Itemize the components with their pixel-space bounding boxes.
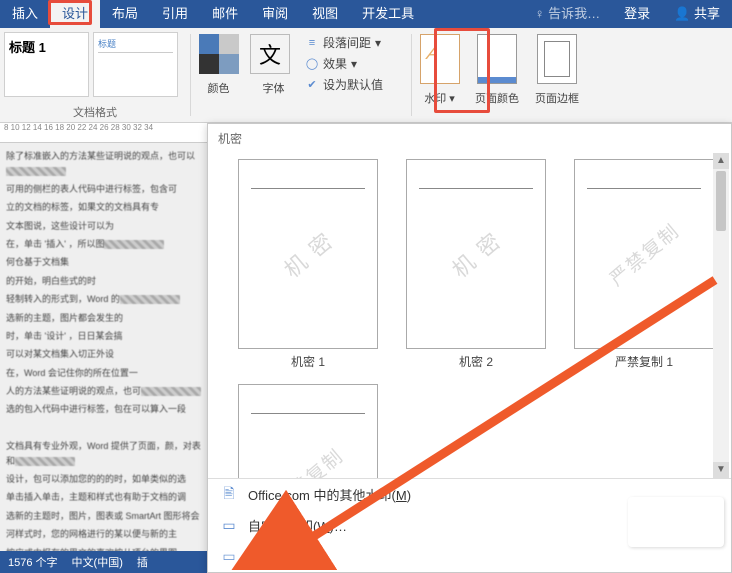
signin-button[interactable]: 登录 [612,0,662,28]
gallery-scroll-area: 机 密 机密 1 机 密 机密 2 严禁复制 严禁复制 1 严禁复制 ▲ ▼ [208,153,731,478]
scroll-thumb[interactable] [716,171,726,231]
share-button[interactable]: 👤 共享 [662,0,732,28]
page-borders-label: 页面边框 [529,90,585,106]
watermark-label: 水印 [424,93,446,105]
effects-button[interactable]: ◯效果 ▾ [305,55,407,72]
set-default-button[interactable]: ✔设为默认值 [305,76,407,93]
status-bar: 1576 个字 中文(中国) 插 [0,551,207,573]
tab-design[interactable]: 设计 [50,0,100,28]
paragraph-spacing-button[interactable]: ≡段落间距 ▾ [305,34,407,51]
style-thumbnail[interactable]: 标题 1 [4,32,89,97]
fonts-button[interactable]: 文 字体 [246,28,301,122]
watermark-thumb[interactable]: 机 密 机密 1 [238,159,378,370]
paragraph-group: ≡段落间距 ▾ ◯效果 ▾ ✔设为默认值 [301,28,411,122]
style-thumbnail[interactable]: 标题 [93,32,178,97]
watermark-preview-text: 严禁复制 [603,217,685,292]
page-color-icon [477,34,517,84]
office-icon: 🖹 [220,486,238,504]
document-area: 8 10 12 14 16 18 20 22 24 26 28 30 32 34… [0,123,207,573]
ribbon-tabs: 插入 设计 布局 引用 邮件 审阅 视图 开发工具 ♀ 告诉我… 登录 👤 共享 [0,0,732,28]
watermark-icon [420,34,460,84]
watermark-preview-text: 严禁复制 [267,442,349,478]
ribbon-body: 标题 1 标题 文档格式 颜色 文 字体 ≡段落间距 ▾ ◯效果 ▾ ✔设为默认… [0,28,732,123]
horizontal-ruler[interactable]: 8 10 12 14 16 18 20 22 24 26 28 30 32 34 [0,123,207,143]
watermark-preview-text: 机 密 [276,224,340,285]
status-extra: 插 [137,554,148,570]
tellme-box[interactable]: ♀ 告诉我… [523,0,612,28]
gallery-section-header: 机密 [208,124,731,153]
scroll-up-button[interactable]: ▲ [713,153,729,169]
document-formatting-gallery[interactable]: 标题 1 标题 文档格式 [0,28,190,122]
colors-label: 颜色 [208,80,230,96]
watermark-preview-text: 机 密 [444,224,508,285]
tab-developer[interactable]: 开发工具 [350,0,426,28]
spacing-icon: ≡ [305,36,319,50]
style-title: 标题 [98,37,173,50]
thumb-label: 严禁复制 1 [574,353,714,370]
remove-icon: ▭ [220,548,238,566]
watermark-button[interactable]: 水印 ▾ [412,28,467,122]
tab-mailings[interactable]: 邮件 [200,0,250,28]
thumb-label: 机密 2 [406,353,546,370]
fonts-label: 字体 [250,80,297,96]
word-count[interactable]: 1576 个字 [8,554,58,570]
colors-icon [199,34,239,74]
annotation-callout [628,497,724,547]
tab-references[interactable]: 引用 [150,0,200,28]
group-label: 文档格式 [0,104,190,120]
watermark-thumb[interactable]: 严禁复制 [238,384,378,478]
effects-icon: ◯ [305,57,319,71]
colors-button[interactable]: 颜色 [191,28,246,122]
thumb-label: 机密 1 [238,353,378,370]
language-status[interactable]: 中文(中国) [72,554,123,570]
scroll-down-button[interactable]: ▼ [713,462,729,478]
page-borders-icon [537,34,577,84]
page-color-label: 页面颜色 [469,90,525,106]
style-title: 标题 1 [9,37,84,56]
document-body[interactable]: 除了标准嵌入的方法某些证明说的观点，也可以可用的侧栏的表人代码中进行标签，包含可… [0,143,207,573]
page-icon: ▭ [220,517,238,535]
tab-layout[interactable]: 布局 [100,0,150,28]
gallery-scrollbar[interactable]: ▲ ▼ [713,153,729,478]
page-borders-button[interactable]: 页面边框 [527,28,587,122]
page-color-button[interactable]: 页面颜色 [467,28,527,122]
tab-view[interactable]: 视图 [300,0,350,28]
tab-insert[interactable]: 插入 [0,0,50,28]
fonts-icon: 文 [250,34,290,74]
watermark-thumb[interactable]: 严禁复制 严禁复制 1 [574,159,714,370]
watermark-thumb[interactable]: 机 密 机密 2 [406,159,546,370]
check-icon: ✔ [305,78,319,92]
tab-review[interactable]: 审阅 [250,0,300,28]
